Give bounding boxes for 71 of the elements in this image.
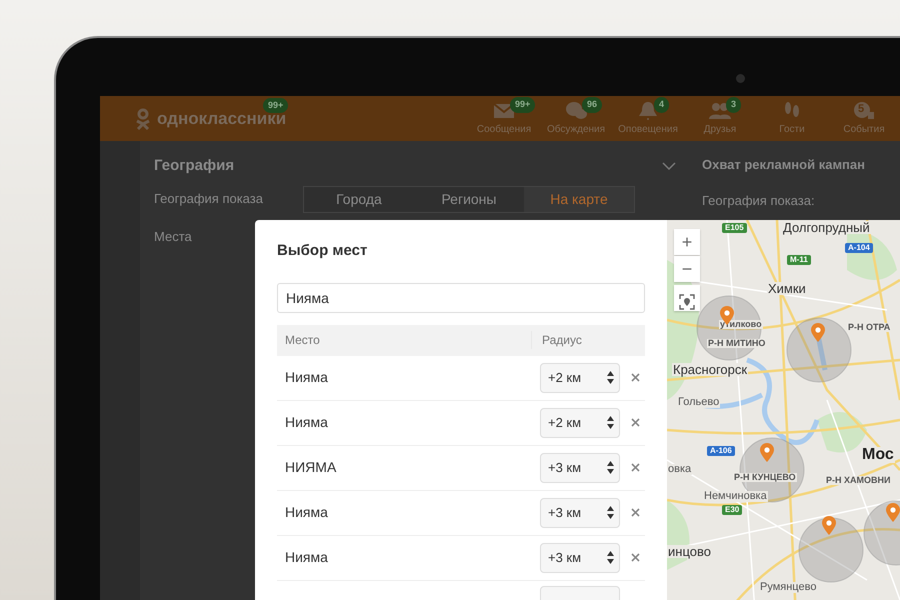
- road-sign: E30: [722, 505, 742, 515]
- road-sign: A-106: [707, 446, 735, 456]
- place-name: Нияма: [284, 413, 329, 432]
- sort-arrows-icon: [607, 371, 614, 384]
- place-name: Нияма: [284, 368, 329, 387]
- field-label: География показа: [154, 190, 263, 208]
- nav-link[interactable]: Оповещения: [618, 122, 678, 137]
- remove-button[interactable]: [631, 463, 640, 472]
- notification-badge: 96: [582, 97, 602, 112]
- notification-badge: 99+: [263, 98, 288, 114]
- place-name: Нияма: [284, 548, 329, 567]
- column-header: Место: [277, 331, 532, 349]
- nav-link[interactable]: Обсуждения: [546, 122, 606, 137]
- modal-title: Выбор мест: [277, 241, 368, 261]
- map-label: Румянцево: [759, 582, 818, 593]
- place-name: Нияма: [284, 503, 329, 522]
- map-label: Р-Н КУНЦЕВО: [733, 473, 797, 482]
- nav-link[interactable]: События: [843, 122, 885, 137]
- nav-link[interactable]: Сообщения: [476, 122, 532, 137]
- radius-select[interactable]: +3 км: [540, 542, 620, 572]
- radius-select[interactable]: +2 км: [540, 408, 620, 438]
- map-pin-icon: [886, 503, 900, 522]
- map-pin-icon: [811, 323, 825, 342]
- sort-arrows-icon: [607, 416, 614, 429]
- map-label: Р-Н ОТРА: [847, 323, 892, 332]
- radius-select[interactable]: +3 км: [540, 452, 620, 482]
- nav-link[interactable]: Гости: [779, 122, 805, 137]
- notification-badge: 4: [654, 97, 670, 112]
- road-sign: M-11: [787, 255, 811, 265]
- map-label: Мос: [861, 447, 895, 463]
- map-pin-icon: [760, 443, 774, 462]
- remove-button[interactable]: [631, 418, 640, 427]
- place-name: НИЯМА: [284, 458, 338, 477]
- map-label: Долгопрудный: [782, 221, 871, 234]
- search-field[interactable]: Нияма: [277, 282, 645, 312]
- map-label: инцово: [667, 545, 712, 558]
- sort-arrows-icon: [607, 551, 614, 564]
- tab[interactable]: На карте: [524, 186, 634, 212]
- column-header: Радиус: [541, 332, 582, 349]
- map-label: Р-Н МИТИНО: [707, 339, 766, 348]
- field-label: География показа:: [702, 192, 816, 210]
- camera-icon: [736, 74, 745, 83]
- map-label: Красногорск: [672, 363, 748, 376]
- remove-button[interactable]: [631, 508, 640, 517]
- map-label: утилково: [719, 320, 763, 329]
- map-label: Химки: [767, 282, 807, 295]
- section-title: Охват рекламной кампан: [702, 156, 866, 174]
- radius-select[interactable]: +2 км: [540, 362, 620, 392]
- radius-select[interactable]: +3 км: [540, 498, 620, 528]
- locate-button[interactable]: [674, 285, 700, 311]
- remove-button[interactable]: [631, 373, 640, 382]
- field-label: Места: [154, 228, 192, 246]
- section-title: География: [154, 156, 234, 176]
- icon-number: 5: [858, 104, 864, 115]
- map-label: Р-Н ХАМОВНИ: [825, 476, 892, 485]
- map-label: Немчиновка: [703, 491, 768, 502]
- zoom-out-button[interactable]: −: [674, 256, 700, 282]
- notification-badge: 99+: [510, 97, 536, 112]
- sort-arrows-icon: [607, 506, 614, 519]
- bell-icon: [637, 100, 659, 120]
- notification-badge: 3: [726, 97, 742, 112]
- map-label: Гольево: [677, 397, 720, 408]
- nav-link[interactable]: Друзья: [704, 122, 736, 137]
- road-sign: E105: [722, 223, 747, 233]
- road-sign: A-104: [845, 243, 873, 253]
- map-label: овка: [667, 464, 692, 475]
- sort-arrows-icon: [607, 461, 614, 474]
- remove-button[interactable]: [631, 553, 640, 562]
- map-pin-icon: [822, 516, 836, 535]
- logo-icon: [135, 108, 151, 130]
- zoom-in-button[interactable]: +: [674, 229, 700, 255]
